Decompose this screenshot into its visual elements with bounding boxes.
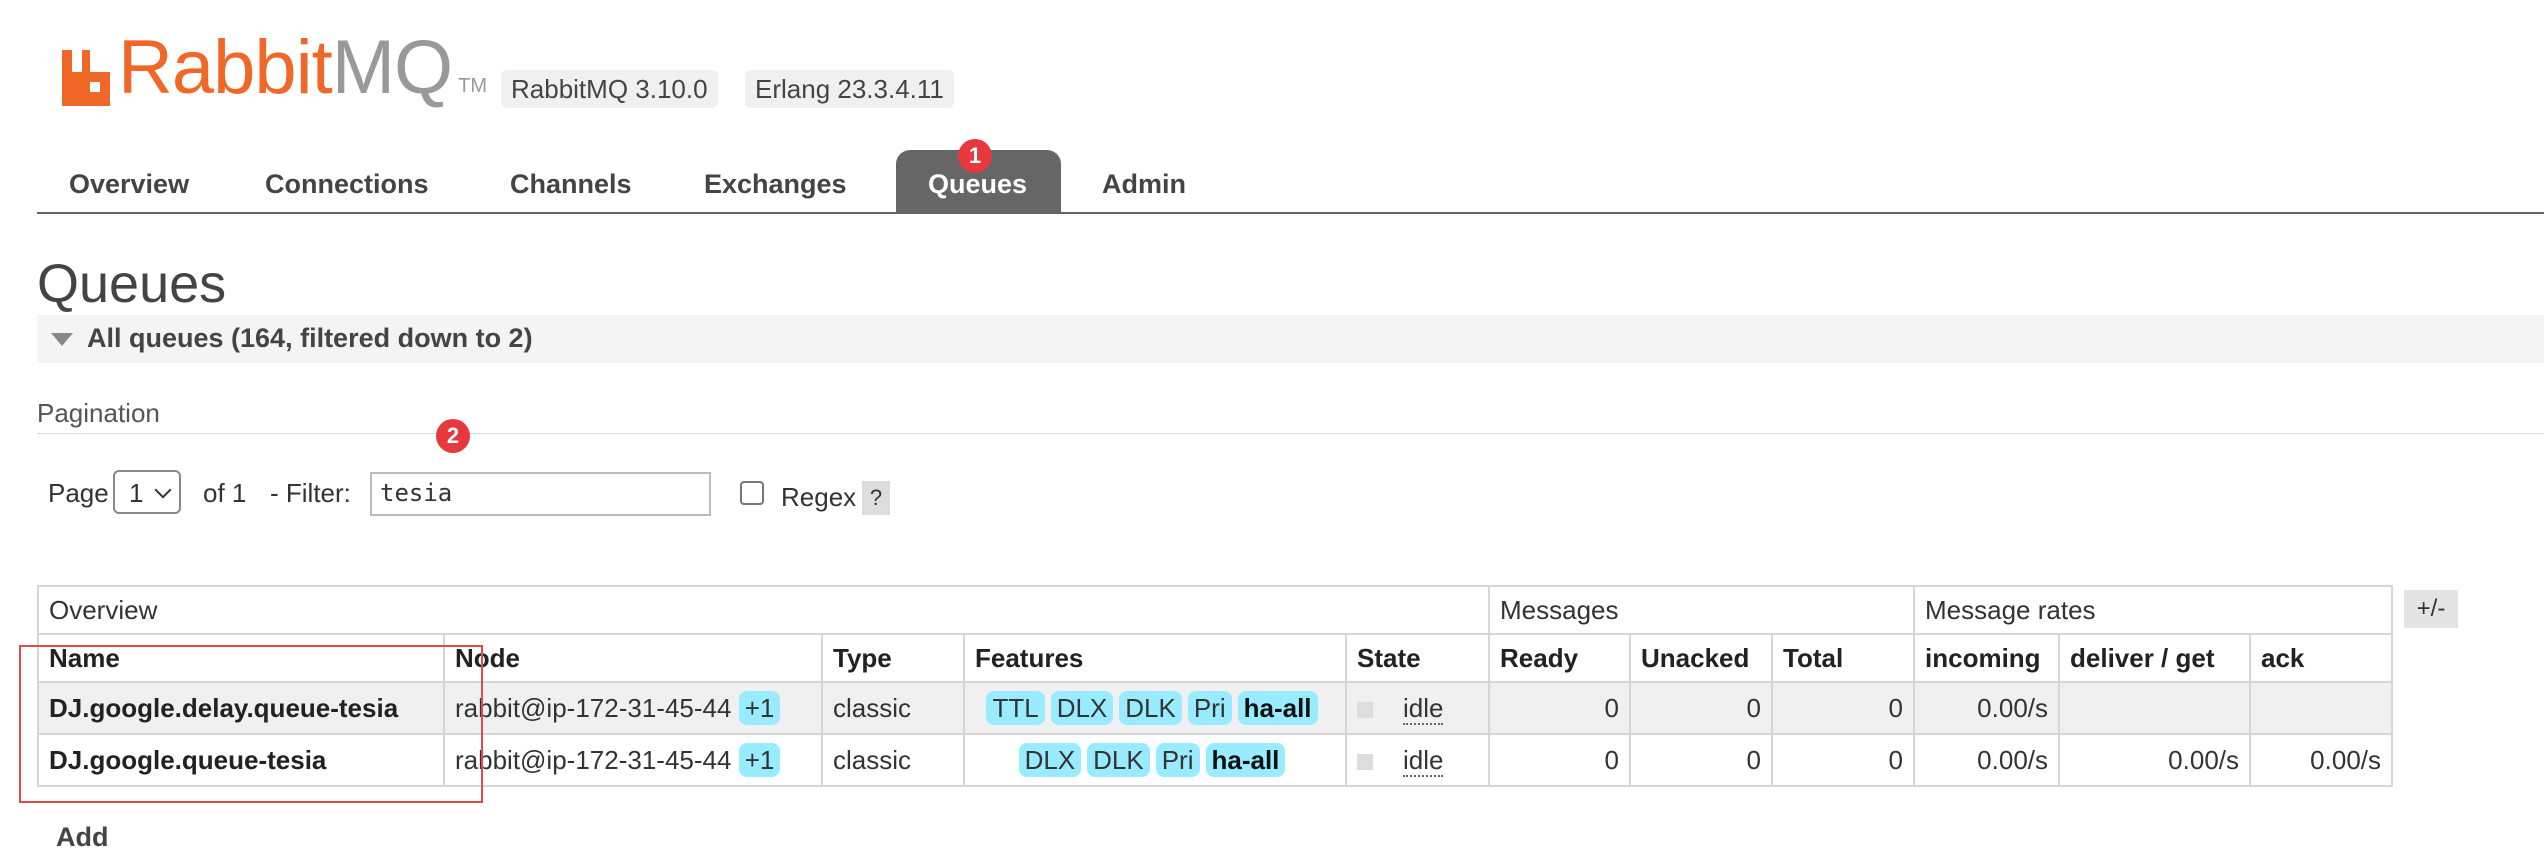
col-node[interactable]: Node xyxy=(443,633,823,683)
col-state[interactable]: State xyxy=(1345,633,1490,683)
col-ready[interactable]: Ready xyxy=(1488,633,1631,683)
queue-state: idle xyxy=(1345,681,1490,735)
group-overview: Overview xyxy=(37,585,1490,635)
add-queue-section-toggle[interactable]: Add xyxy=(56,822,108,853)
incoming-rate: 0.00/s xyxy=(1913,681,2060,735)
deliver-get-rate: 0.00/s xyxy=(2058,733,2251,787)
erlang-version-badge: Erlang 23.3.4.11 xyxy=(745,70,954,108)
policy-ha-all-badge[interactable]: ha-all xyxy=(1237,691,1318,725)
annotation-badge-2: 2 xyxy=(436,419,470,453)
incoming-rate: 0.00/s xyxy=(1913,733,2060,787)
node-mirror-badge: +1 xyxy=(738,691,781,725)
main-nav-tabs: Overview Connections Channels Exchanges … xyxy=(37,150,2544,214)
annotation-badge-1: 1 xyxy=(958,139,992,173)
tab-exchanges[interactable]: Exchanges xyxy=(672,150,879,212)
col-total[interactable]: Total xyxy=(1771,633,1915,683)
regex-label: Regex xyxy=(781,482,857,512)
ack-rate: 0.00/s xyxy=(2249,733,2393,787)
policy-ha-all-badge[interactable]: ha-all xyxy=(1205,743,1286,777)
queue-node: rabbit@ip-172-31-45-44 +1 xyxy=(443,733,823,787)
queue-state: idle xyxy=(1345,733,1490,787)
col-features[interactable]: Features xyxy=(963,633,1347,683)
pagination-divider xyxy=(37,433,2544,434)
col-unacked[interactable]: Unacked xyxy=(1629,633,1773,683)
tab-connections[interactable]: Connections xyxy=(233,150,461,212)
feature-ttl-badge: TTL xyxy=(986,691,1045,725)
node-mirror-badge: +1 xyxy=(738,743,781,777)
logo-text-rabbit: Rabbit xyxy=(118,25,333,110)
rabbitmq-logo: Rabbit MQ TM xyxy=(60,28,487,108)
queue-node: rabbit@ip-172-31-45-44 +1 xyxy=(443,681,823,735)
page-title: Queues xyxy=(37,254,227,314)
feature-dlk-badge: DLK xyxy=(1087,743,1150,777)
page-of-label: of 1 xyxy=(203,478,247,508)
queue-type: classic xyxy=(821,681,965,735)
feature-pri-badge: Pri xyxy=(1187,691,1232,725)
total-count: 0 xyxy=(1771,733,1915,787)
feature-dlx-badge: DLX xyxy=(1050,691,1114,725)
feature-dlk-badge: DLK xyxy=(1119,691,1182,725)
unacked-count: 0 xyxy=(1629,681,1773,735)
deliver-get-rate xyxy=(2058,681,2251,735)
tab-admin[interactable]: Admin xyxy=(1070,150,1218,212)
regex-help-button[interactable]: ? xyxy=(862,481,890,515)
rabbitmq-version-badge: RabbitMQ 3.10.0 xyxy=(501,70,718,108)
queue-features: DLX DLK Pri ha-all xyxy=(963,733,1347,787)
state-label: idle xyxy=(1403,692,1444,725)
tab-overview[interactable]: Overview xyxy=(37,150,221,212)
state-label: idle xyxy=(1403,744,1444,777)
tab-channels[interactable]: Channels xyxy=(478,150,664,212)
group-messages: Messages xyxy=(1488,585,1915,635)
annotation-highlight-box xyxy=(19,645,483,803)
ready-count: 0 xyxy=(1488,681,1631,735)
feature-pri-badge: Pri xyxy=(1155,743,1200,777)
page-label: Page xyxy=(48,478,109,508)
col-incoming[interactable]: incoming xyxy=(1913,633,2060,683)
group-message-rates: Message rates xyxy=(1913,585,2393,635)
page-select[interactable]: 1 xyxy=(113,470,181,514)
ready-count: 0 xyxy=(1488,733,1631,787)
total-count: 0 xyxy=(1771,681,1915,735)
col-ack[interactable]: ack xyxy=(2249,633,2393,683)
state-indicator-icon xyxy=(1357,701,1373,718)
collapse-triangle-icon xyxy=(51,333,73,346)
unacked-count: 0 xyxy=(1629,733,1773,787)
regex-checkbox[interactable] xyxy=(740,481,764,505)
page-select-value: 1 xyxy=(129,478,144,508)
filter-input[interactable]: tesia xyxy=(370,472,711,516)
feature-dlx-badge: DLX xyxy=(1018,743,1082,777)
queue-features: TTL DLX DLK Pri ha-all xyxy=(963,681,1347,735)
chevron-down-icon xyxy=(154,481,172,499)
pagination-heading: Pagination xyxy=(37,398,160,428)
node-name: rabbit@ip-172-31-45-44 xyxy=(455,745,732,775)
filter-label: - Filter: xyxy=(270,478,351,508)
col-deliver-get[interactable]: deliver / get xyxy=(2058,633,2251,683)
ack-rate xyxy=(2249,681,2393,735)
rabbitmq-logo-icon xyxy=(60,48,112,108)
logo-text-mq: MQ xyxy=(331,25,453,110)
queue-type: classic xyxy=(821,733,965,787)
all-queues-section-label: All queues (164, filtered down to 2) xyxy=(87,323,533,353)
state-indicator-icon xyxy=(1357,753,1373,770)
node-name: rabbit@ip-172-31-45-44 xyxy=(455,693,732,723)
col-type[interactable]: Type xyxy=(821,633,965,683)
column-toggle-button[interactable]: +/- xyxy=(2404,590,2458,628)
logo-trademark: TM xyxy=(458,75,488,97)
table-group-header-row: Overview Messages Message rates xyxy=(37,585,2393,635)
all-queues-section-toggle[interactable]: All queues (164, filtered down to 2) xyxy=(37,315,2544,363)
